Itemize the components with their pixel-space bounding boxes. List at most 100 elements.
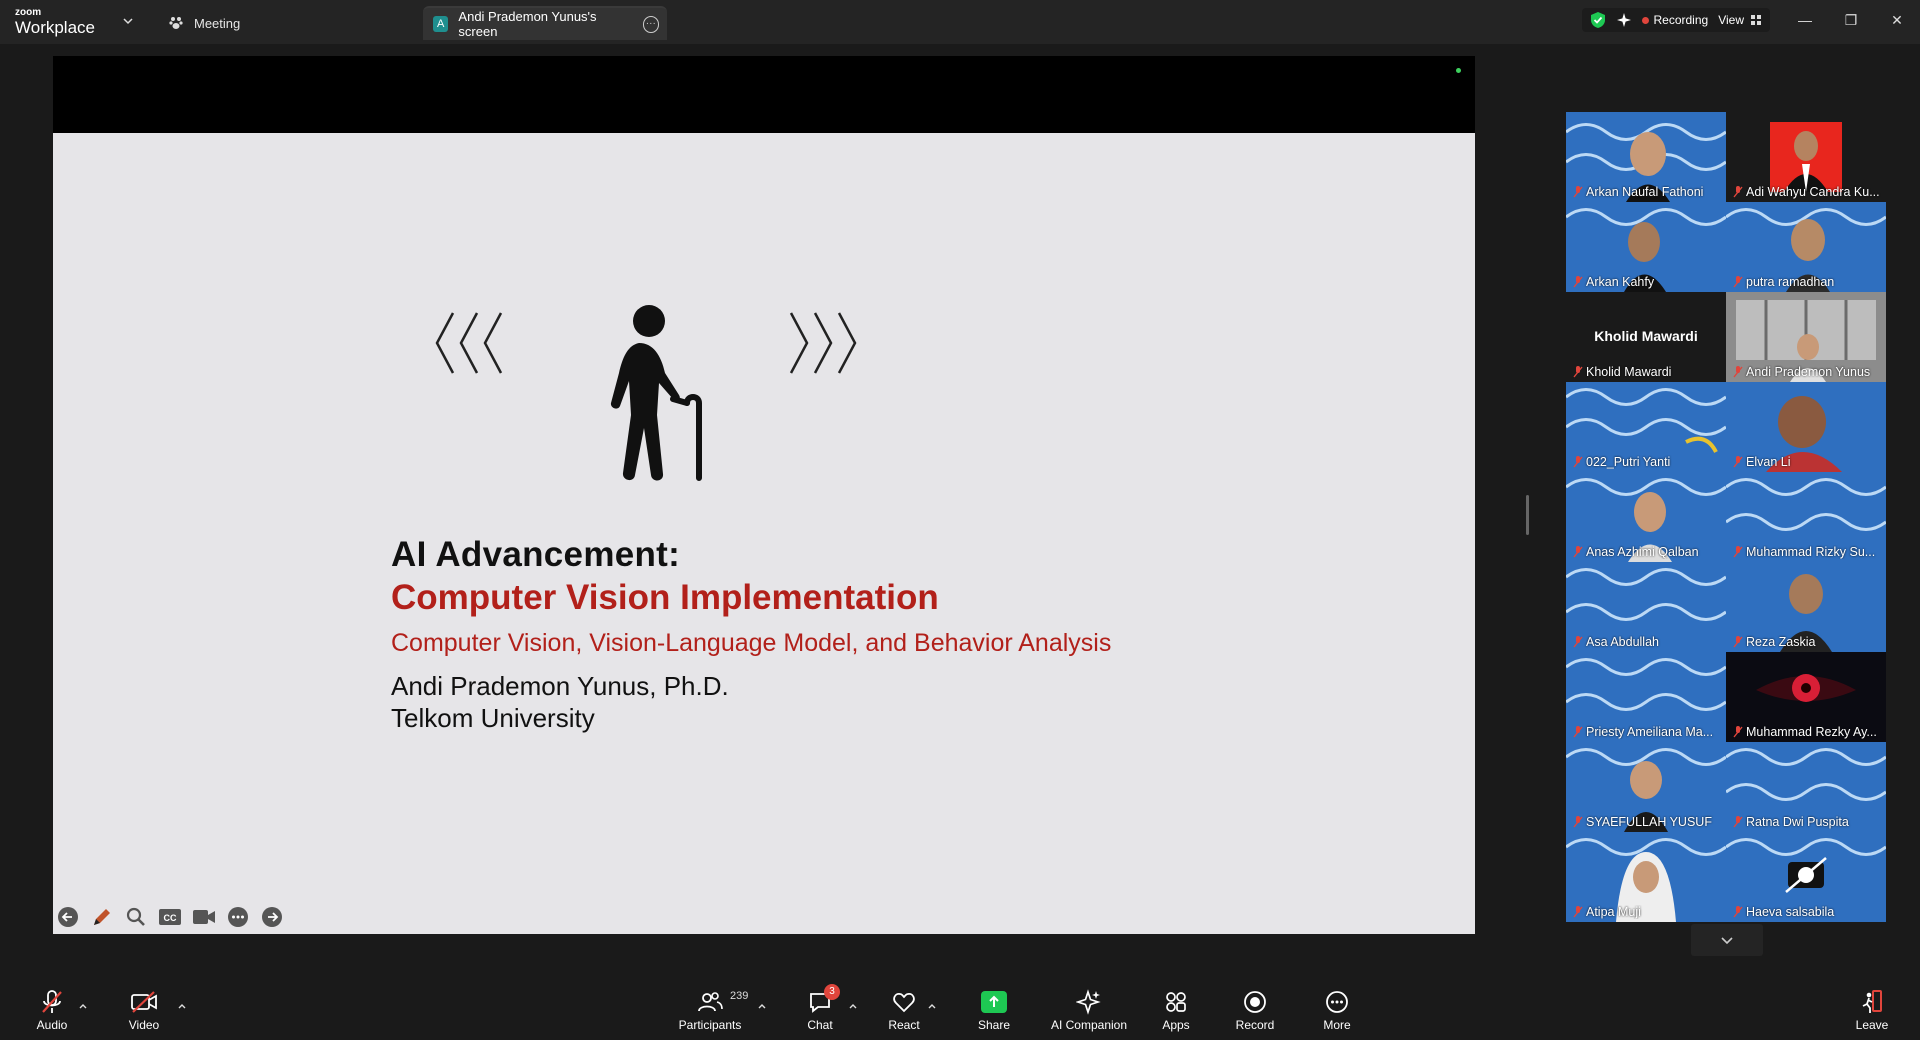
more-options-icon[interactable]: ··· [642, 15, 660, 33]
video-tile[interactable]: Kholid Mawardi Kholid Mawardi [1566, 292, 1726, 382]
participant-name: Elvan Li [1746, 455, 1791, 469]
mic-off-icon [1573, 636, 1583, 648]
video-off-icon [131, 991, 157, 1013]
camera-icon[interactable] [192, 905, 216, 929]
slide-affiliation: Telkom University [391, 703, 595, 733]
participant-name: Ratna Dwi Puspita [1746, 815, 1849, 829]
zoom-logo[interactable]: zoom Workplace [15, 7, 115, 37]
participant-name: Kholid Mawardi [1586, 365, 1672, 379]
participant-name-placeholder: Kholid Mawardi [1594, 328, 1698, 344]
view-button[interactable]: View [1718, 13, 1762, 27]
previous-slide-icon[interactable] [56, 905, 80, 929]
video-tile[interactable]: Muhammad Rezky Ay... [1726, 652, 1886, 742]
video-tile[interactable]: Ratna Dwi Puspita [1726, 742, 1886, 832]
ai-companion-label: AI Companion [1050, 1018, 1128, 1032]
share-label: Share [977, 1018, 1011, 1032]
chevrons-right-icon [789, 312, 857, 374]
gallery-next-page-button[interactable] [1691, 924, 1763, 956]
video-tile[interactable]: Atipa Muji [1566, 832, 1726, 922]
ai-sparkle-icon[interactable] [1616, 12, 1632, 28]
title-bar: zoom Workplace Meeting A Andi Pradem​on … [0, 0, 1920, 44]
panel-resize-handle[interactable] [1526, 495, 1529, 535]
react-button[interactable]: React [868, 988, 940, 1036]
logo-workplace-text: Workplace [15, 18, 95, 37]
slide-subtitle: Computer Vision Implementation [391, 578, 939, 617]
ai-companion-button[interactable]: AI Companion [1050, 988, 1128, 1036]
video-tile[interactable]: Asa Abdullah [1566, 562, 1726, 652]
meeting-menu[interactable]: Meeting [168, 12, 240, 34]
shared-screen: AI Advancement: Computer Vision Implemen… [53, 56, 1475, 934]
pen-icon[interactable] [90, 905, 114, 929]
more-button[interactable]: More [1301, 988, 1373, 1036]
chat-options-caret-icon[interactable] [847, 1000, 859, 1012]
meeting-toolbar: Audio Video 239 Participants 3 Chat Reac… [0, 980, 1920, 1040]
video-tile[interactable]: Elvan Li [1726, 382, 1886, 472]
captions-icon[interactable]: CC [158, 905, 182, 929]
audio-options-caret-icon[interactable] [77, 1000, 89, 1012]
meeting-status-bar: Recording View [1581, 8, 1770, 32]
chat-label: Chat [807, 1018, 833, 1032]
shield-check-icon[interactable] [1590, 11, 1606, 29]
video-tile[interactable]: Reza Zaskia [1726, 562, 1886, 652]
apps-button[interactable]: Apps [1140, 988, 1212, 1036]
recording-indicator[interactable]: Recording [1641, 13, 1708, 27]
participant-name: Anas Azhimi Qalban [1586, 545, 1699, 559]
participants-button[interactable]: 239 Participants [674, 988, 749, 1036]
react-label: React [888, 1018, 920, 1032]
participant-name: Andi Prademon Yunus [1746, 365, 1871, 379]
react-options-caret-icon[interactable] [926, 1000, 938, 1012]
participants-options-caret-icon[interactable] [756, 1000, 768, 1012]
apps-icon [1166, 992, 1186, 1012]
next-slide-icon[interactable] [260, 905, 284, 929]
mic-off-icon [1733, 186, 1743, 198]
mic-off-icon [1733, 546, 1743, 558]
magnifier-icon[interactable] [124, 905, 148, 929]
share-button[interactable]: Share [958, 988, 1030, 1036]
participant-name: SYAEFULLAH YUSUF [1586, 815, 1712, 829]
minimize-icon[interactable]: — [1782, 0, 1828, 40]
chevron-down-icon[interactable] [120, 13, 136, 29]
shared-screen-tab[interactable]: A Andi Pradem​on Yunus's screen ··· [423, 6, 667, 40]
close-icon[interactable]: ✕ [1874, 0, 1920, 40]
mic-off-icon [1733, 276, 1743, 288]
video-tile[interactable]: Anas Azhimi Qalban [1566, 472, 1726, 562]
participants-icon [698, 992, 723, 1012]
audio-button[interactable]: Audio [16, 988, 88, 1036]
video-tile[interactable]: Priesty Ameiliana Ma... [1566, 652, 1726, 742]
chevrons-left-icon [435, 312, 503, 374]
video-tile[interactable]: Haeva salsabila [1726, 832, 1886, 922]
video-button[interactable]: Video [108, 988, 180, 1036]
participant-name: Asa Abdullah [1586, 635, 1659, 649]
video-tile[interactable]: 022_Putri Yanti [1566, 382, 1726, 472]
participants-count: 239 [730, 990, 749, 1002]
video-label: Video [128, 1018, 160, 1032]
video-tile[interactable]: Arkan Kahfy [1566, 202, 1726, 292]
video-tile[interactable]: Muhammad Rizky Su... [1726, 472, 1886, 562]
chevron-down-icon [1721, 937, 1733, 945]
mic-off-icon [1733, 366, 1743, 378]
mic-off-icon [1733, 726, 1743, 738]
meeting-label: Meeting [194, 15, 241, 31]
mic-off-icon [1573, 276, 1583, 288]
video-tile[interactable]: SYAEFULLAH YUSUF [1566, 742, 1726, 832]
video-tile[interactable]: Adi Wahyu Candra Ku... [1726, 112, 1886, 202]
record-button[interactable]: Record [1219, 988, 1291, 1036]
mic-off-icon [1573, 906, 1583, 918]
active-speaker-tile[interactable]: Andi Prademon Yunus [1726, 292, 1886, 382]
chat-button[interactable]: 3 Chat [784, 984, 856, 1036]
mic-off-icon [1573, 726, 1583, 738]
video-tile[interactable]: Arkan Naufal Fathoni [1566, 112, 1726, 202]
active-sharing-dot [1456, 68, 1461, 73]
window-controls: — ❐ ✕ [1782, 0, 1920, 40]
more-label: More [1323, 1018, 1351, 1032]
video-options-caret-icon[interactable] [176, 1000, 188, 1012]
restore-icon[interactable]: ❐ [1828, 0, 1874, 40]
slide-topics: Computer Vision, Vision-Language Model, … [391, 629, 1112, 657]
grid-view-icon [1751, 15, 1761, 25]
more-dots-icon[interactable] [226, 905, 250, 929]
slide-title: AI Advancement: [391, 535, 681, 574]
audio-label: Audio [36, 1018, 68, 1032]
leave-button[interactable]: Leave [1836, 988, 1908, 1036]
mic-off-icon [1573, 456, 1583, 468]
video-tile[interactable]: putra ramadhan [1726, 202, 1886, 292]
